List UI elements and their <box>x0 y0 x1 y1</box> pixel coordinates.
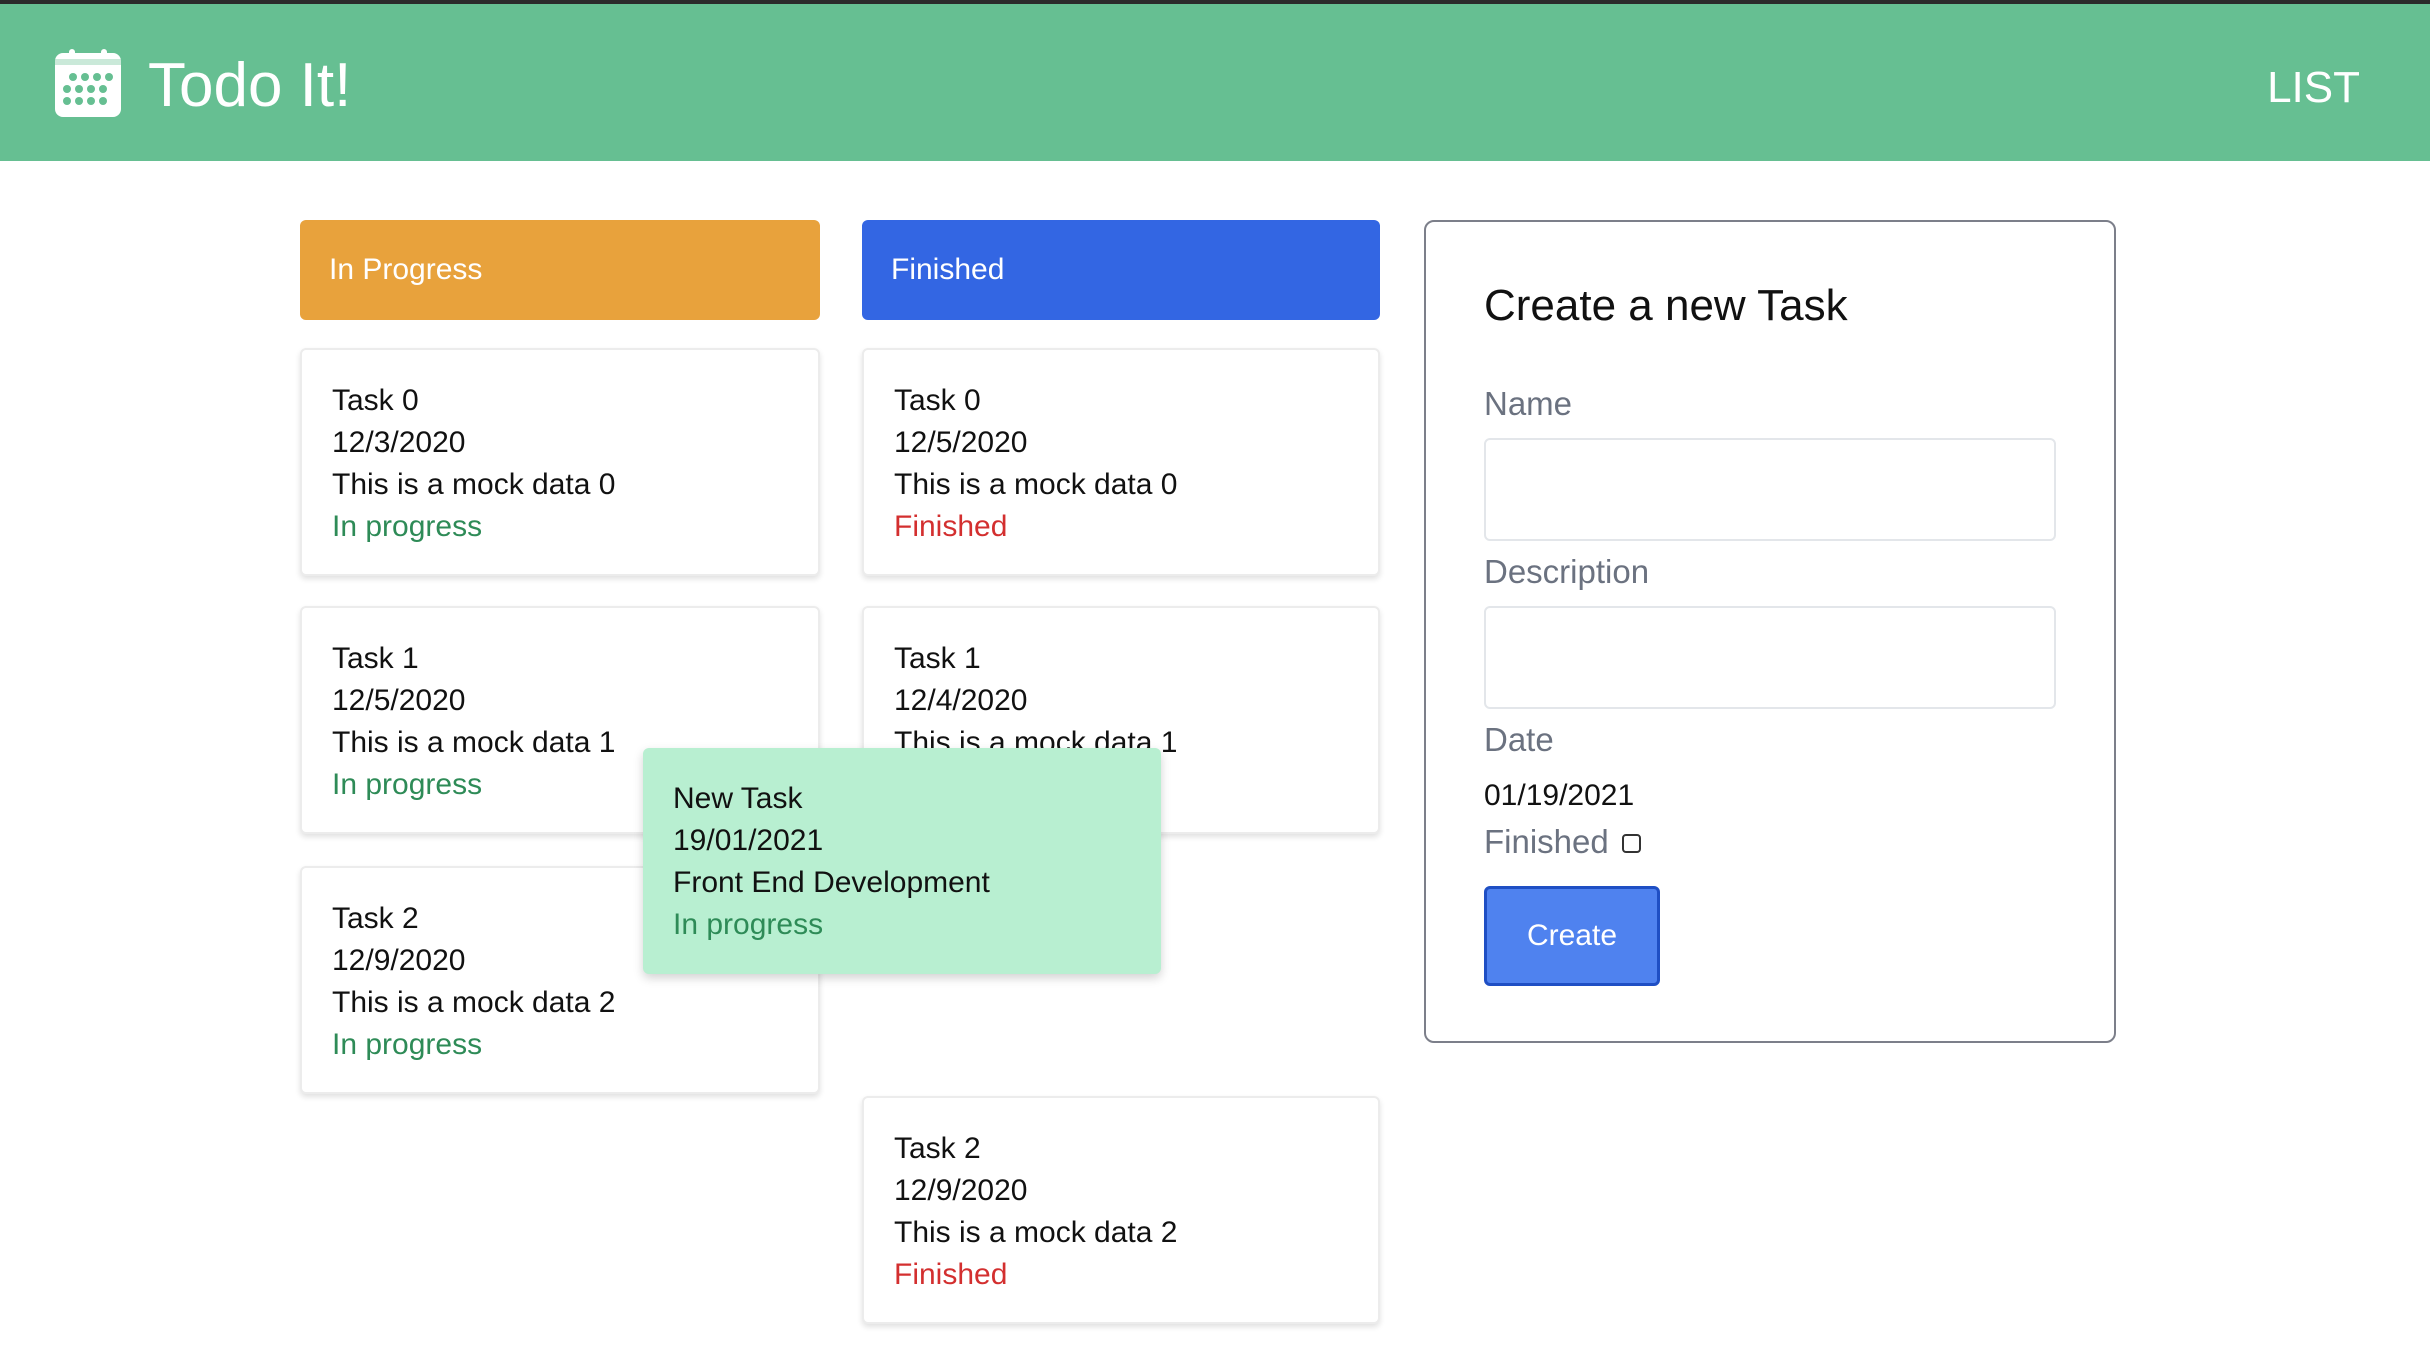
task-name: Task 1 <box>894 642 981 675</box>
date-label: Date <box>1484 721 1554 758</box>
task-status: Finished <box>894 510 1008 543</box>
column-header-finished: Finished <box>862 220 1380 320</box>
finished-label: Finished <box>1484 823 1609 860</box>
task-date: 12/5/2020 <box>894 426 1028 459</box>
calendar-icon <box>55 49 121 117</box>
task-name: Task 2 <box>894 1132 981 1165</box>
task-description: This is a mock data 0 <box>332 468 616 501</box>
task-name: Task 0 <box>894 384 981 417</box>
task-date: 12/4/2020 <box>894 684 1028 717</box>
task-card[interactable]: Task 0 12/5/2020 This is a mock data 0 F… <box>862 348 1380 576</box>
form-title: Create a new Task <box>1484 281 1848 330</box>
description-input[interactable] <box>1484 606 2056 709</box>
task-date: 19/01/2021 <box>673 824 824 857</box>
task-card[interactable]: Task 2 12/9/2020 This is a mock data 2 F… <box>862 1096 1380 1324</box>
task-status: Finished <box>894 1258 1008 1291</box>
finished-checkbox[interactable] <box>1622 834 1641 853</box>
name-input[interactable] <box>1484 438 2056 541</box>
create-button[interactable]: Create <box>1484 886 1660 986</box>
app-brand[interactable]: Todo It! <box>148 50 351 122</box>
task-name: Task 1 <box>332 642 419 675</box>
task-status: In progress <box>332 510 483 543</box>
task-status: In progress <box>673 908 824 941</box>
date-input[interactable]: 01/19/2021 <box>1484 776 1634 816</box>
task-description: This is a mock data 2 <box>894 1216 1178 1249</box>
task-date: 12/5/2020 <box>332 684 466 717</box>
task-card[interactable]: Task 0 12/3/2020 This is a mock data 0 I… <box>300 348 820 576</box>
task-description: This is a mock data 2 <box>332 986 616 1019</box>
description-label: Description <box>1484 553 1650 590</box>
task-name: Task 0 <box>332 384 419 417</box>
nav-link-list[interactable]: LIST <box>2267 62 2360 114</box>
column-header-in-progress: In Progress <box>300 220 820 320</box>
name-label: Name <box>1484 385 1573 422</box>
navbar: Todo It! LIST <box>0 4 2430 161</box>
task-status: In progress <box>332 1028 483 1061</box>
create-task-form: Create a new Task Name Description Date … <box>1424 220 2116 1043</box>
dragging-task-card[interactable]: New Task 19/01/2021 Front End Developmen… <box>643 748 1161 974</box>
task-description: This is a mock data 0 <box>894 468 1178 501</box>
task-date: 12/9/2020 <box>894 1174 1028 1207</box>
task-description: Front End Development <box>673 866 990 899</box>
task-name: New Task <box>673 782 803 815</box>
task-date: 12/3/2020 <box>332 426 466 459</box>
